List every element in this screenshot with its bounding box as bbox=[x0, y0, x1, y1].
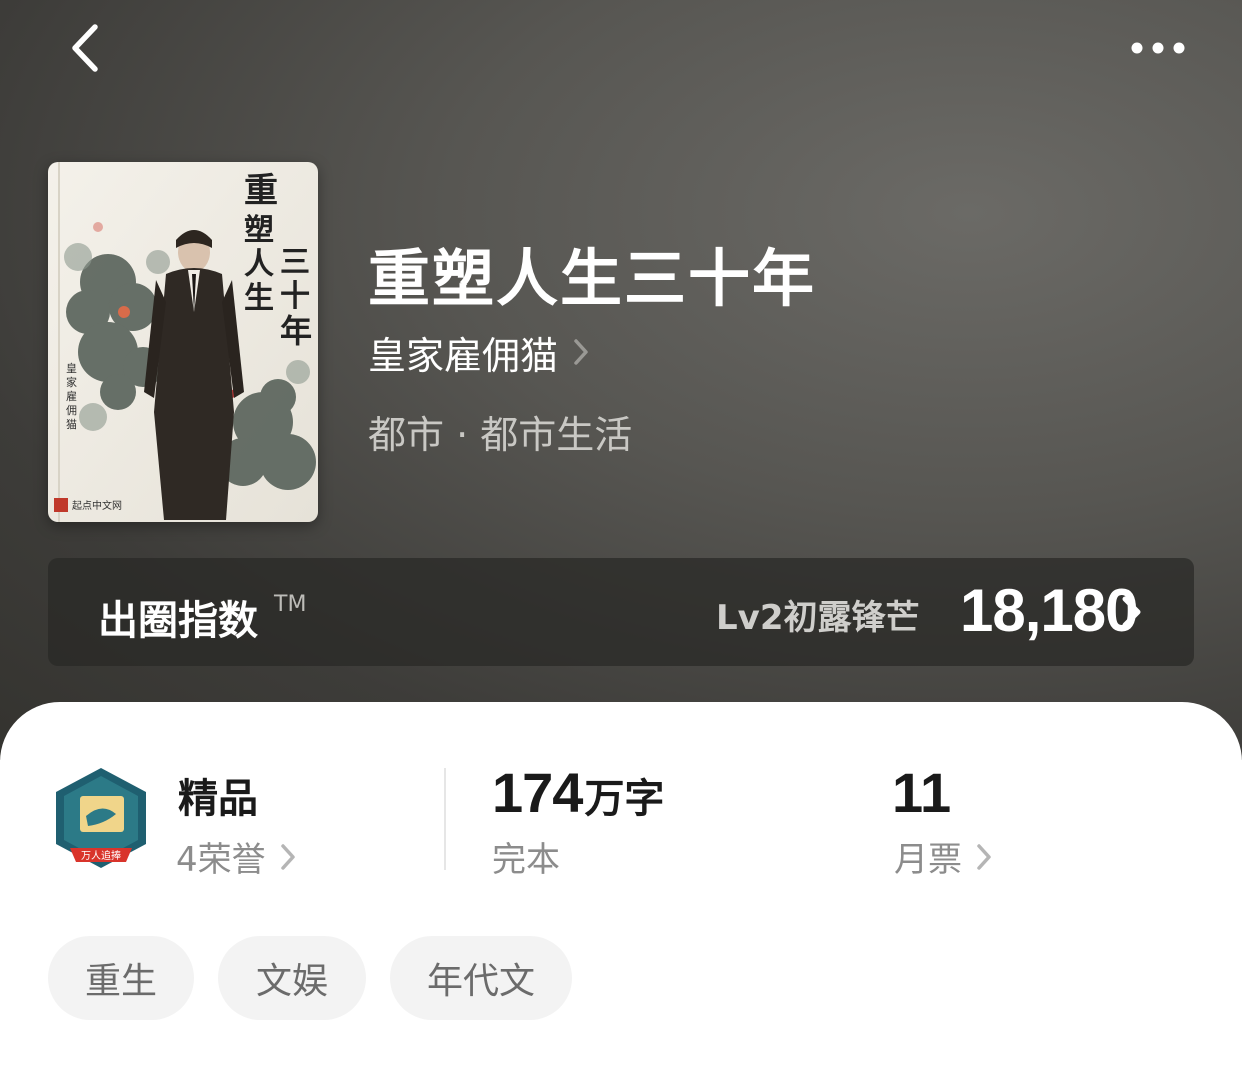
svg-text:雇: 雇 bbox=[66, 389, 77, 403]
word-count-unit: 万字 bbox=[584, 776, 665, 822]
monthly-ticket-label: 月票 bbox=[894, 840, 962, 880]
chevron-right-icon bbox=[574, 339, 588, 365]
author-link[interactable]: 皇家雇佣猫 bbox=[368, 326, 590, 378]
svg-text:家: 家 bbox=[66, 375, 77, 389]
info-sheet bbox=[0, 702, 1242, 1069]
author-name: 皇家雇佣猫 bbox=[368, 333, 559, 378]
svg-text:佣: 佣 bbox=[66, 404, 77, 417]
monthly-ticket-count: 11 bbox=[892, 761, 952, 824]
chevron-right-icon bbox=[1122, 596, 1141, 628]
popularity-index-bar[interactable]: 出圈指数 TM Lv2初露锋芒 18,180 bbox=[48, 558, 1194, 666]
trademark-mark: TM bbox=[274, 592, 307, 617]
cover-title-glyph: 重 bbox=[244, 171, 278, 211]
chevron-right-icon bbox=[977, 843, 991, 870]
svg-text:年: 年 bbox=[280, 312, 312, 350]
svg-text:塑: 塑 bbox=[244, 213, 274, 248]
book-category[interactable]: 都市 · 都市生活 bbox=[368, 404, 632, 459]
more-dots-icon bbox=[1131, 42, 1185, 54]
honors-link[interactable]: 4荣誉 bbox=[176, 832, 296, 881]
svg-text:三: 三 bbox=[280, 245, 310, 280]
svg-text:人: 人 bbox=[244, 247, 274, 282]
svg-text:生: 生 bbox=[244, 281, 274, 316]
back-button[interactable] bbox=[56, 20, 112, 76]
tag-chip[interactable]: 重生 bbox=[48, 936, 194, 1020]
index-label: 出圈指数 bbox=[98, 598, 258, 644]
word-count: 174 万字 bbox=[492, 760, 664, 825]
monthly-ticket-link[interactable]: 月票 bbox=[894, 832, 992, 881]
chevron-left-icon bbox=[72, 24, 98, 72]
stat-divider bbox=[444, 768, 446, 870]
svg-text:起点中文网: 起点中文网 bbox=[72, 499, 122, 512]
index-level: Lv2初露锋芒 bbox=[716, 598, 920, 638]
more-button[interactable] bbox=[1118, 24, 1198, 72]
chevron-right-icon bbox=[280, 843, 295, 870]
tag-chip[interactable]: 年代文 bbox=[390, 936, 572, 1020]
book-title: 重塑人生三十年 bbox=[368, 242, 817, 315]
book-cover[interactable]: 重 塑 人 生 三 十 年 皇 家 雇 佣 猫 起点中文网 bbox=[48, 162, 318, 522]
badge-label: 万人追捧 bbox=[81, 849, 121, 862]
completion-status: 完本 bbox=[492, 840, 560, 880]
quality-title: 精品 bbox=[178, 776, 258, 822]
index-score: 18,180 bbox=[960, 577, 1139, 644]
svg-text:皇: 皇 bbox=[66, 361, 77, 375]
book-header: 重 塑 人 生 三 十 年 皇 家 雇 佣 猫 起点中文网 重塑人生三十年 皇家… bbox=[0, 0, 1242, 760]
quality-badge-icon[interactable]: 万人追捧 bbox=[50, 766, 152, 874]
word-count-number: 174 bbox=[492, 761, 583, 824]
svg-text:十: 十 bbox=[280, 279, 310, 314]
honors-label: 4荣誉 bbox=[176, 840, 266, 880]
tag-chip[interactable]: 文娱 bbox=[218, 936, 366, 1020]
svg-text:猫: 猫 bbox=[66, 418, 77, 431]
